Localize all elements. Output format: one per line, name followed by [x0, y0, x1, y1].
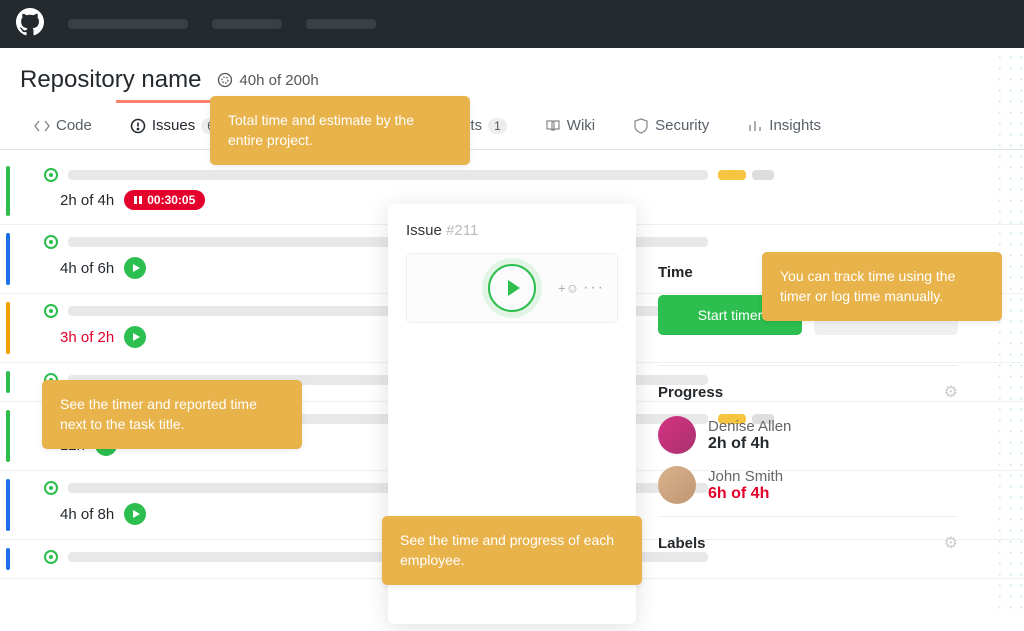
tab-security[interactable]: Security — [619, 102, 723, 149]
repo-time-text: 40h of 200h — [239, 72, 318, 89]
open-issue-icon — [44, 235, 58, 249]
avatar — [658, 466, 696, 504]
progress-person: Denise Allen2h of 4h — [658, 416, 958, 454]
avatar — [658, 416, 696, 454]
repo-header: Repository name 40h of 200h — [0, 48, 1024, 102]
emoji-button[interactable]: +☺ — [558, 281, 579, 296]
play-timer-icon[interactable] — [488, 264, 536, 312]
tab-label: Security — [655, 117, 709, 134]
nav-placeholder — [306, 19, 376, 29]
github-logo-icon[interactable] — [16, 8, 44, 41]
tab-label: Issues — [152, 117, 195, 134]
comment-box[interactable]: +☺ ··· — [406, 253, 618, 323]
timer-value: 00:30:05 — [147, 193, 195, 207]
label-chips — [718, 170, 774, 180]
tooltip-emp-progress: See the time and progress of each employ… — [382, 516, 642, 585]
issue-time-text: 3h of 2h — [60, 329, 114, 346]
tooltip-task-timer: See the timer and reported time next to … — [42, 380, 302, 449]
tab-label: Insights — [769, 117, 821, 134]
tab-code[interactable]: Code — [20, 102, 106, 149]
progress-heading: Progress — [658, 384, 723, 401]
github-topbar — [0, 0, 1024, 48]
pause-icon — [134, 196, 142, 204]
status-bar — [6, 479, 10, 531]
tab-label: Wiki — [567, 117, 595, 134]
repo-time-summary: 40h of 200h — [217, 72, 318, 89]
tab-insights[interactable]: Insights — [733, 102, 835, 149]
person-name: John Smith — [708, 468, 783, 485]
open-issue-icon — [44, 481, 58, 495]
issue-title-row — [44, 168, 1004, 182]
tab-wiki[interactable]: Wiki — [531, 102, 609, 149]
label-chip — [752, 170, 774, 180]
nav-placeholder — [212, 19, 282, 29]
open-issue-icon — [44, 168, 58, 182]
nav-placeholder — [68, 19, 188, 29]
person-name: Denise Allen — [708, 418, 791, 435]
play-icon[interactable] — [124, 326, 146, 348]
issue-title-placeholder — [68, 170, 708, 180]
gear-icon[interactable]: ⚙ — [944, 382, 958, 402]
status-bar — [6, 410, 10, 462]
person-time: 6h of 4h — [708, 485, 783, 503]
tab-label: Code — [56, 117, 92, 134]
issue-time-text: 2h of 4h — [60, 192, 114, 209]
label-chip — [718, 170, 746, 180]
play-icon[interactable] — [124, 503, 146, 525]
progress-person: John Smith6h of 4h — [658, 466, 958, 504]
issue-time-text: 4h of 6h — [60, 260, 114, 277]
issue-number: #211 — [446, 222, 478, 239]
projects-count-badge: 1 — [488, 118, 507, 134]
issue-time-text: 4h of 8h — [60, 506, 114, 523]
play-icon[interactable] — [124, 257, 146, 279]
open-issue-icon — [44, 304, 58, 318]
repo-tabs: Code Issues 6 rojects 1 Wiki Security In… — [0, 102, 1024, 150]
issue-label: Issue — [406, 222, 442, 239]
tooltip-project-time: Total time and estimate by the entire pr… — [210, 96, 470, 165]
issue-detail-header: Issue #211 — [406, 222, 618, 239]
open-issue-icon — [44, 550, 58, 564]
repo-name: Repository name — [20, 66, 201, 94]
running-timer-badge[interactable]: 00:30:05 — [124, 190, 205, 210]
status-bar — [6, 371, 10, 393]
tooltip-track-time: You can track time using the timer or lo… — [762, 252, 1002, 321]
person-time: 2h of 4h — [708, 435, 791, 453]
more-icon[interactable]: ··· — [583, 279, 605, 297]
status-bar — [6, 166, 10, 216]
status-bar — [6, 233, 10, 285]
labels-heading: Labels — [658, 535, 706, 552]
gear-icon[interactable]: ⚙ — [944, 533, 958, 553]
status-bar — [6, 548, 10, 570]
status-bar — [6, 302, 10, 354]
